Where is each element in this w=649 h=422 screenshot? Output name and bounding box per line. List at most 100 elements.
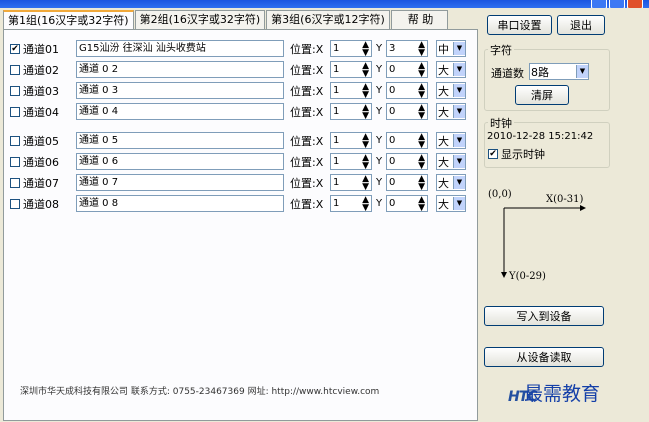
position-x-spinner[interactable]: 1 ▲ ▼ [330, 61, 372, 78]
channel-checkbox[interactable] [10, 106, 20, 117]
font-size-select[interactable]: 大 ▼ [436, 103, 466, 120]
y-axis-arrow-icon [501, 272, 507, 278]
title-bar [0, 0, 649, 9]
chevron-down-icon[interactable]: ▼ [453, 84, 465, 97]
position-x-spinner[interactable]: 1 ▲ ▼ [330, 195, 372, 212]
position-x-value: 1 [333, 64, 340, 75]
main-window: 第1组(16汉字或32字符) 第2组(16汉字或32字符) 第3组(6汉字或12… [0, 8, 649, 422]
tab-group-2[interactable]: 第2组(16汉字或32字符) [134, 10, 266, 29]
chevron-down-icon[interactable]: ▼ [453, 197, 465, 210]
chevron-down-icon[interactable]: ▼ [576, 65, 588, 78]
channel-checkbox[interactable] [10, 156, 20, 167]
show-clock-toggle[interactable]: ✔ 显示时钟 [488, 146, 545, 162]
spin-arrows-icon[interactable]: ▲ ▼ [418, 103, 427, 120]
position-y-spinner[interactable]: 0 ▲ ▼ [386, 61, 428, 78]
read-device-button[interactable]: 从设备读取 [484, 347, 604, 367]
channel-checkbox[interactable] [10, 198, 20, 209]
write-device-button[interactable]: 写入到设备 [484, 306, 604, 326]
spin-arrows-icon[interactable]: ▲ ▼ [418, 174, 427, 191]
channel-checkbox[interactable]: ✔ [10, 43, 20, 54]
position-y-spinner[interactable]: 3 ▲ ▼ [386, 40, 428, 57]
tab-group-3[interactable]: 第3组(6汉字或12字符) [266, 10, 390, 29]
position-x-spinner[interactable]: 1 ▲ ▼ [330, 153, 372, 170]
clear-screen-button[interactable]: 清屏 [515, 85, 569, 105]
font-size-select[interactable]: 中 ▼ [436, 40, 466, 57]
position-x-label: 位置:X [290, 63, 324, 77]
chevron-down-icon[interactable]: ▼ [453, 176, 465, 189]
tab-group-1[interactable]: 第1组(16汉字或32字符) [3, 10, 134, 31]
font-size-select[interactable]: 大 ▼ [436, 61, 466, 78]
x-axis-label: X(0-31) [546, 194, 583, 205]
spin-arrows-icon[interactable]: ▲ ▼ [362, 82, 371, 99]
channel-label: 通道04 [23, 105, 59, 119]
channel-row: 通道02 通道 0 2 位置:X 1 ▲ ▼ Y 0 ▲ ▼ 大 ▼ [10, 60, 466, 79]
position-x-label: 位置:X [290, 155, 324, 169]
position-x-spinner[interactable]: 1 ▲ ▼ [330, 174, 372, 191]
tab-help[interactable]: 帮 助 [390, 10, 449, 29]
position-y-spinner[interactable]: 0 ▲ ▼ [386, 82, 428, 99]
spin-arrows-icon[interactable]: ▲ ▼ [362, 195, 371, 212]
channel-text-input[interactable]: 通道 0 2 [76, 61, 284, 78]
channel-count-select[interactable]: 8路 ▼ [529, 63, 589, 80]
position-x-label: 位置:X [290, 176, 324, 190]
channel-text-input[interactable]: 通道 0 5 [76, 132, 284, 149]
position-y-spinner[interactable]: 0 ▲ ▼ [386, 103, 428, 120]
font-size-value: 大 [438, 134, 449, 148]
channel-checkbox[interactable] [10, 85, 20, 96]
channel-row: 通道03 通道 0 3 位置:X 1 ▲ ▼ Y 0 ▲ ▼ 大 ▼ [10, 81, 466, 100]
spin-arrows-icon[interactable]: ▲ ▼ [418, 61, 427, 78]
exit-button[interactable]: 退出 [557, 15, 605, 35]
font-size-select[interactable]: 大 ▼ [436, 195, 466, 212]
channel-text-input[interactable]: 通道 0 8 [76, 195, 284, 212]
font-size-select[interactable]: 大 ▼ [436, 132, 466, 149]
position-y-spinner[interactable]: 0 ▲ ▼ [386, 174, 428, 191]
channel-text-input[interactable]: 通道 0 3 [76, 82, 284, 99]
font-size-select[interactable]: 大 ▼ [436, 82, 466, 99]
channel-checkbox[interactable] [10, 177, 20, 188]
position-y-spinner[interactable]: 0 ▲ ▼ [386, 153, 428, 170]
font-size-select[interactable]: 大 ▼ [436, 174, 466, 191]
channel-checkbox[interactable] [10, 135, 20, 146]
spin-arrows-icon[interactable]: ▲ ▼ [362, 132, 371, 149]
clock-group-title: 时钟 [488, 115, 514, 131]
position-y-spinner[interactable]: 0 ▲ ▼ [386, 132, 428, 149]
coordinate-diagram: (0,0) X(0-31) Y(0-29) [488, 189, 586, 282]
chevron-down-icon[interactable]: ▼ [453, 155, 465, 168]
chevron-down-icon[interactable]: ▼ [453, 42, 465, 55]
chevron-down-icon[interactable]: ▼ [453, 63, 465, 76]
spin-arrows-icon[interactable]: ▲ ▼ [362, 61, 371, 78]
spin-arrows-icon[interactable]: ▲ ▼ [418, 40, 427, 57]
channel-label: 通道03 [23, 84, 59, 98]
channel-text-input[interactable]: 通道 0 6 [76, 153, 284, 170]
position-y-label: Y [375, 177, 383, 188]
spin-arrows-icon[interactable]: ▲ ▼ [418, 153, 427, 170]
chevron-down-icon[interactable]: ▼ [453, 105, 465, 118]
spin-arrows-icon[interactable]: ▲ ▼ [418, 195, 427, 212]
channel-text-input[interactable]: 通道 0 7 [76, 174, 284, 191]
channel-label: 通道07 [23, 176, 59, 190]
position-x-spinner[interactable]: 1 ▲ ▼ [330, 40, 372, 57]
font-size-value: 大 [438, 155, 449, 169]
serial-settings-button[interactable]: 串口设置 [487, 15, 552, 35]
spin-arrows-icon[interactable]: ▲ ▼ [362, 153, 371, 170]
channel-checkbox[interactable] [10, 64, 20, 75]
spin-arrows-icon[interactable]: ▲ ▼ [362, 103, 371, 120]
channel-text-input[interactable]: G15汕汾 往深汕 汕头收费站 [76, 40, 284, 57]
font-size-value: 大 [438, 105, 449, 119]
spin-arrows-icon[interactable]: ▲ ▼ [418, 82, 427, 99]
channel-text-input[interactable]: 通道 0 4 [76, 103, 284, 120]
chevron-down-icon[interactable]: ▼ [453, 134, 465, 147]
show-clock-checkbox[interactable]: ✔ [488, 149, 498, 159]
position-x-spinner[interactable]: 1 ▲ ▼ [330, 132, 372, 149]
show-clock-label: 显示时钟 [501, 148, 545, 161]
spin-arrows-icon[interactable]: ▲ ▼ [362, 40, 371, 57]
position-x-label: 位置:X [290, 134, 324, 148]
position-x-value: 1 [333, 85, 340, 96]
spin-arrows-icon[interactable]: ▲ ▼ [362, 174, 371, 191]
position-x-spinner[interactable]: 1 ▲ ▼ [330, 82, 372, 99]
spin-arrows-icon[interactable]: ▲ ▼ [418, 132, 427, 149]
channel-row: 通道07 通道 0 7 位置:X 1 ▲ ▼ Y 0 ▲ ▼ 大 ▼ [10, 173, 466, 192]
font-size-select[interactable]: 大 ▼ [436, 153, 466, 170]
position-x-spinner[interactable]: 1 ▲ ▼ [330, 103, 372, 120]
position-y-spinner[interactable]: 0 ▲ ▼ [386, 195, 428, 212]
